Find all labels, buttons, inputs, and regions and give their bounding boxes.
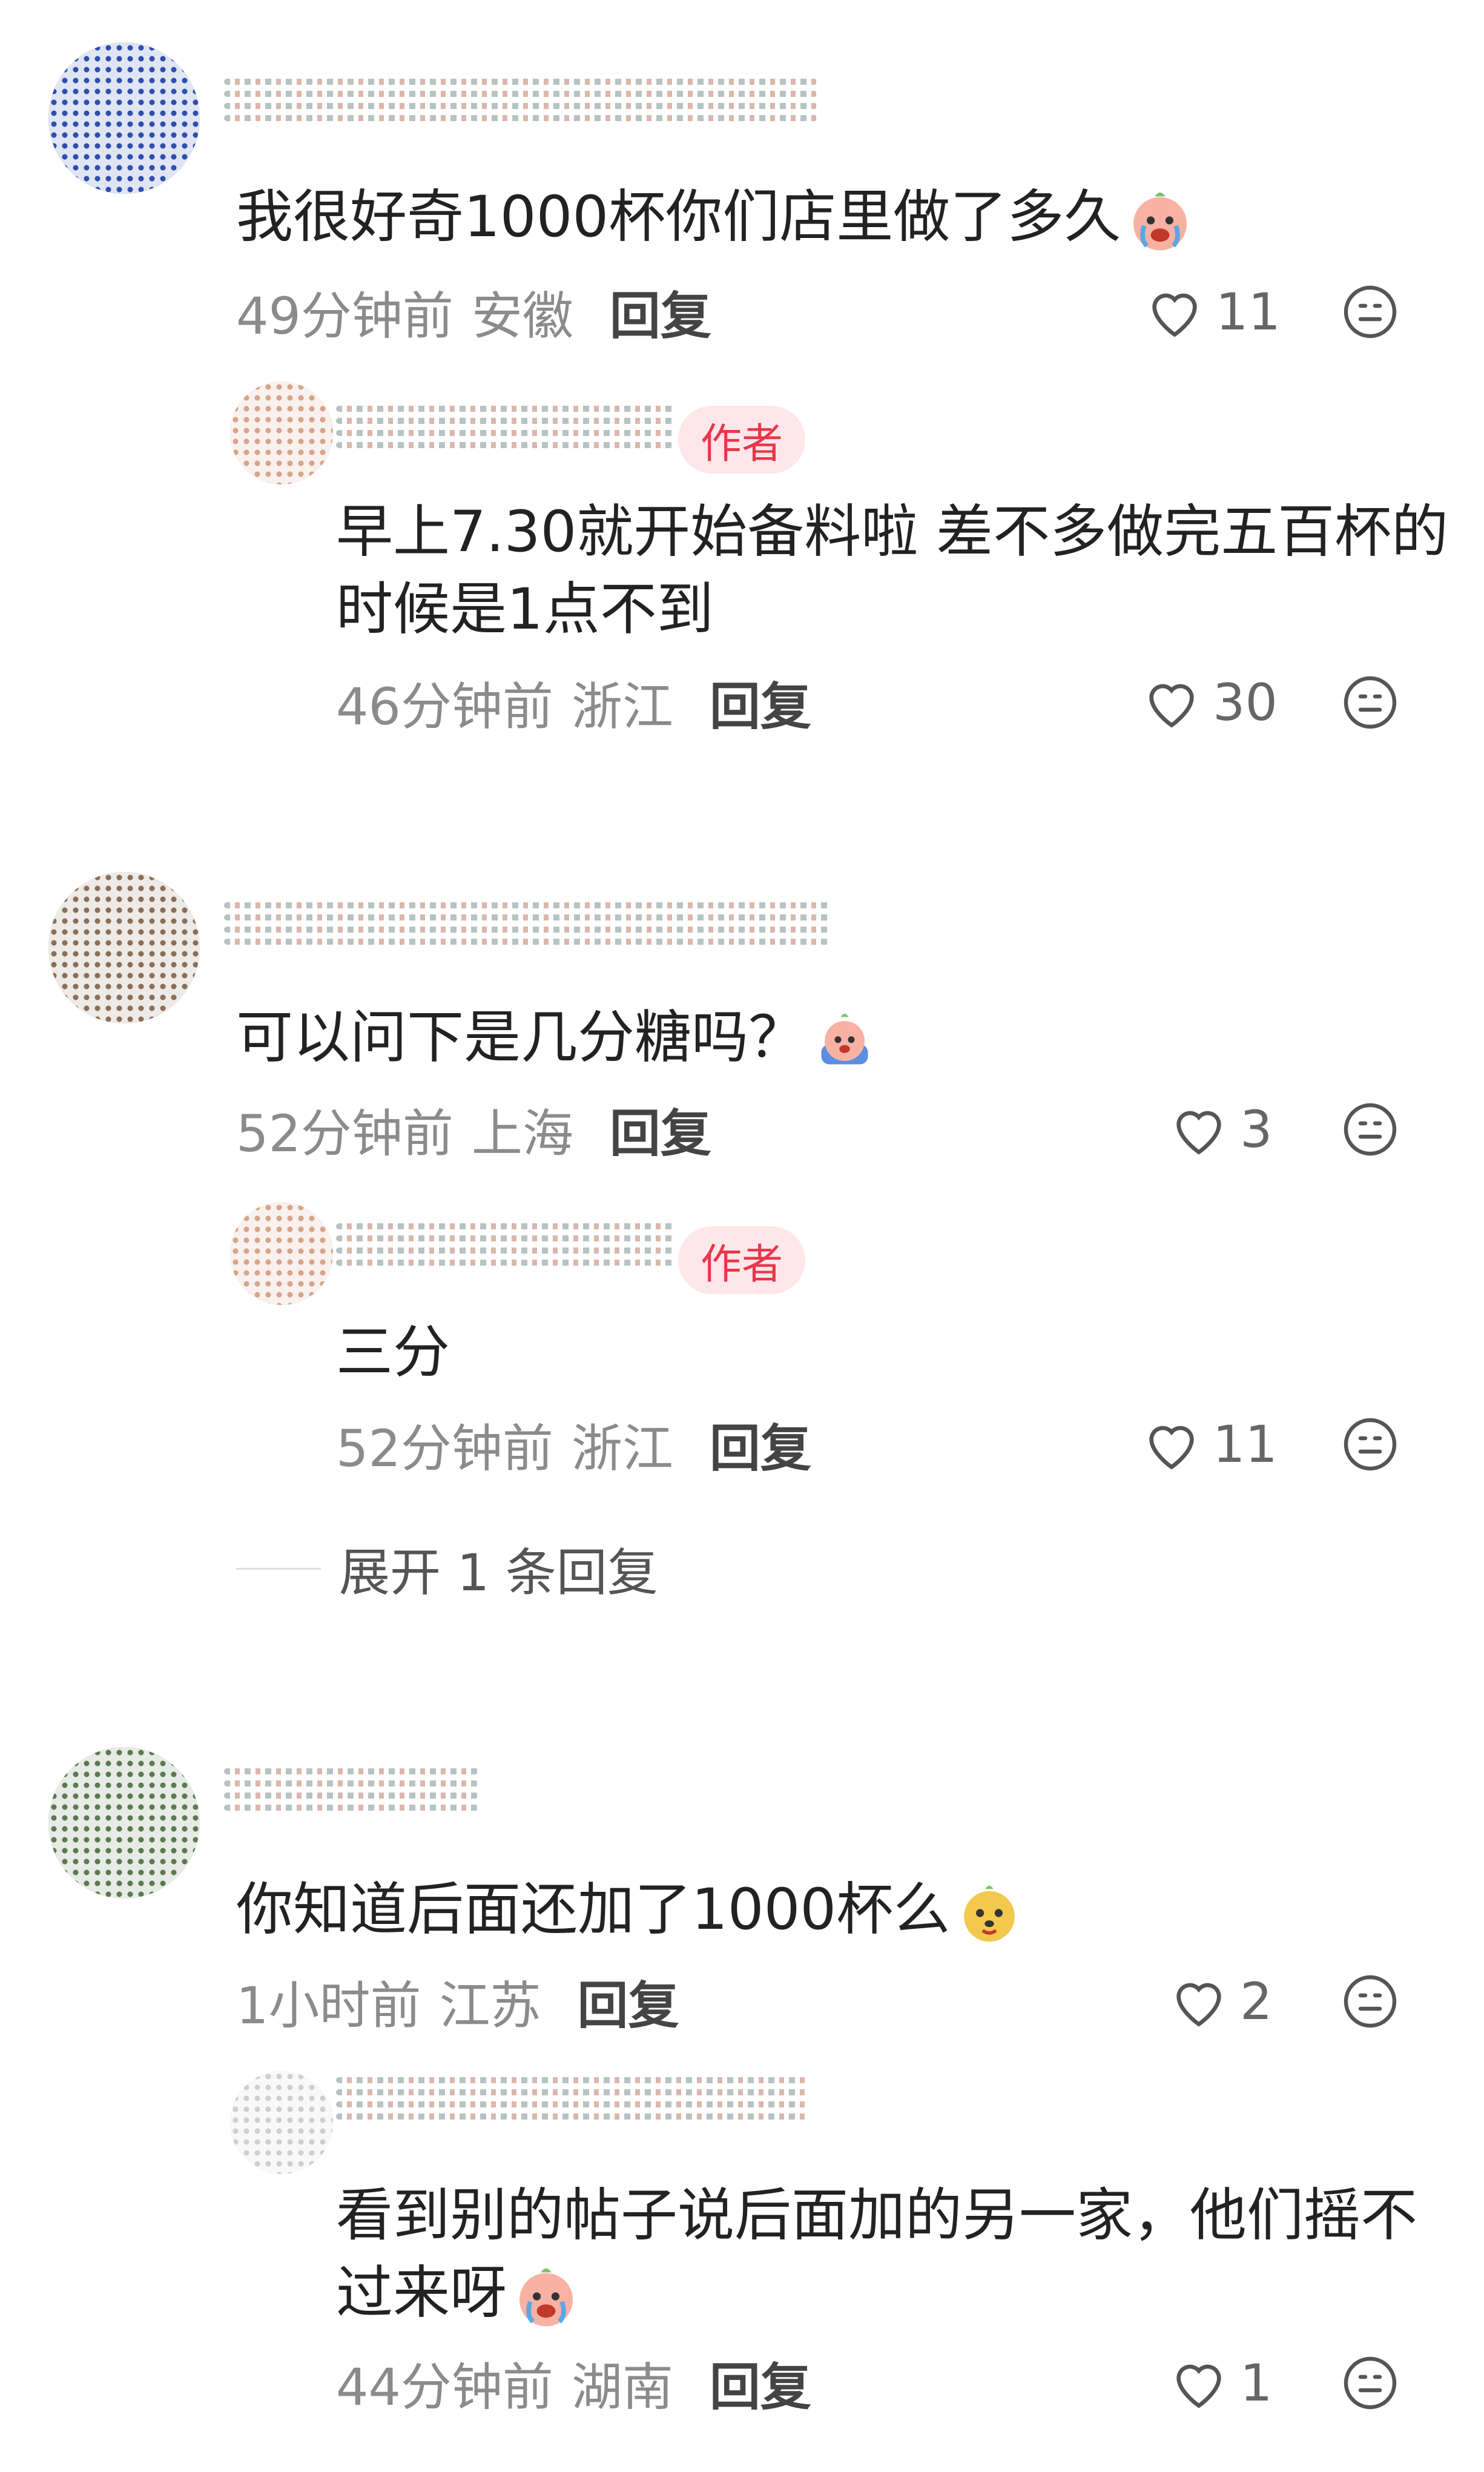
reply-button[interactable]: 回复 [610, 276, 711, 349]
heart-icon [1152, 293, 1197, 337]
like-button[interactable]: 1 [1169, 2347, 1272, 2419]
reply-meta: 52分钟前 浙江 回复 [336, 1408, 811, 1481]
like-count: 2 [1240, 1972, 1273, 2031]
username-blurred[interactable] [224, 896, 829, 987]
expand-divider [236, 1567, 321, 1570]
dislike-face-icon[interactable] [1341, 1415, 1399, 1473]
reply-text-line2: 时候是1点不到 [336, 577, 714, 643]
reply-avatar[interactable] [230, 2071, 333, 2174]
reply-text: 早上7.30就开始备料啦 差不多做完五百杯的 [336, 499, 1449, 565]
reply-button[interactable]: 回复 [710, 2347, 811, 2420]
comment-time: 49分钟前 [236, 286, 453, 346]
reply-button[interactable]: 回复 [710, 666, 811, 739]
crying-blue-emoji [821, 1014, 868, 1065]
username-blurred[interactable] [224, 1762, 478, 1853]
crying-peach-emoji [1133, 192, 1187, 251]
like-count: 3 [1240, 1100, 1273, 1159]
dog-face-emoji [964, 1886, 1015, 1942]
heart-icon [1176, 1111, 1221, 1155]
username-blurred[interactable] [224, 73, 817, 164]
like-count: 1 [1240, 2353, 1273, 2413]
like-button[interactable]: 30 [1141, 666, 1278, 739]
crying-peach-emoji [519, 2268, 573, 2327]
like-count: 11 [1216, 282, 1281, 342]
reply-button[interactable]: 回复 [610, 1093, 711, 1166]
comment-time: 52分钟前 [236, 1103, 453, 1163]
like-button[interactable]: 3 [1169, 1093, 1272, 1166]
comment-time: 1小时前 [236, 1975, 421, 2035]
reply-region: 湖南 [571, 2357, 673, 2417]
reply-username-blurred[interactable] [336, 2071, 808, 2162]
avatar[interactable] [48, 1747, 200, 1899]
author-badge: 作者 [678, 1226, 805, 1294]
reply-avatar[interactable] [230, 1202, 333, 1305]
like-count: 30 [1213, 673, 1278, 732]
heart-icon [1176, 2364, 1221, 2408]
like-button[interactable]: 2 [1169, 1965, 1272, 2038]
reply-region: 浙江 [571, 1418, 673, 1478]
heart-icon [1176, 1983, 1221, 2027]
reply-avatar[interactable] [230, 382, 333, 484]
comment-meta: 1小时前 江苏 回复 [236, 1965, 679, 2038]
dislike-face-icon[interactable] [1341, 673, 1399, 732]
comment-text: 我很好奇1000杯你们店里做了多久 [236, 179, 1193, 256]
reply-button[interactable]: 回复 [710, 1408, 811, 1481]
reply-text-line2: 过来呀 [336, 2255, 579, 2332]
heart-icon [1149, 1426, 1194, 1470]
comment-text: 你知道后面还加了1000杯么 [236, 1871, 1023, 1949]
reply-meta: 44分钟前 湖南 回复 [336, 2347, 811, 2419]
heart-icon [1149, 684, 1194, 728]
comment-text: 可以问下是几分糖吗？ [236, 999, 878, 1077]
reply-text: 三分 [336, 1320, 450, 1386]
like-count: 11 [1213, 1415, 1278, 1474]
author-badge: 作者 [678, 406, 805, 474]
expand-replies-label: 展开 1 条回复 [339, 1542, 658, 1602]
like-button[interactable]: 11 [1144, 276, 1281, 348]
like-button[interactable]: 11 [1141, 1408, 1278, 1481]
avatar[interactable] [48, 872, 200, 1023]
reply-time: 46分钟前 [336, 676, 553, 736]
dislike-face-icon[interactable] [1341, 283, 1399, 341]
dislike-face-icon[interactable] [1341, 1100, 1399, 1158]
dislike-face-icon[interactable] [1341, 1972, 1399, 2031]
comment-region: 上海 [471, 1103, 573, 1163]
avatar[interactable] [48, 42, 200, 194]
reply-username-blurred[interactable] [336, 400, 675, 491]
reply-time: 52分钟前 [336, 1418, 553, 1478]
reply-text: 看到别的帖子说后面加的另一家，他们摇不 [336, 2183, 1418, 2249]
reply-region: 浙江 [571, 676, 673, 736]
comment-meta: 49分钟前 安徽 回复 [236, 276, 711, 348]
dislike-face-icon[interactable] [1341, 2354, 1399, 2412]
comment-region: 江苏 [439, 1975, 541, 2035]
reply-time: 44分钟前 [336, 2357, 553, 2417]
reply-username-blurred[interactable] [336, 1217, 675, 1308]
reply-button[interactable]: 回复 [577, 1965, 679, 2038]
reply-meta: 46分钟前 浙江 回复 [336, 666, 811, 739]
comment-region: 安徽 [471, 286, 573, 346]
expand-replies-button[interactable]: 展开 1 条回复 [236, 1532, 658, 1605]
comment-meta: 52分钟前 上海 回复 [236, 1093, 711, 1166]
